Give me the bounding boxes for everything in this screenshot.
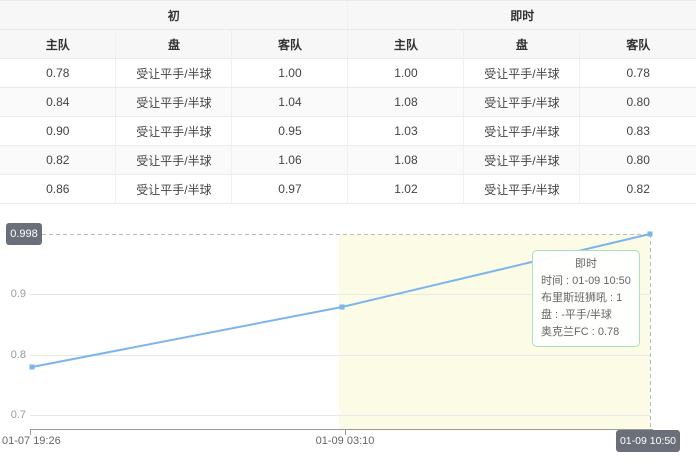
cell: 0.78 <box>580 59 696 88</box>
group-header-row: 初 即时 <box>0 1 696 30</box>
table-row: 0.78 受让平手/半球 1.00 1.00 受让平手/半球 0.78 <box>0 59 696 88</box>
tooltip-away-line: 奥克兰FC : 0.78 <box>541 324 631 341</box>
cell: 1.04 <box>232 88 348 117</box>
cell: 0.80 <box>580 88 696 117</box>
cell: 0.95 <box>232 117 348 146</box>
cell: 0.82 <box>0 146 116 175</box>
col-header-handicap-initial: 盘 <box>116 30 232 59</box>
cell: 受让平手/半球 <box>464 59 580 88</box>
tooltip-title: 即时 <box>541 256 631 273</box>
cell: 1.08 <box>348 88 464 117</box>
col-header-home-initial: 主队 <box>0 30 116 59</box>
x-tick-label-mid: 01-09 03:10 <box>303 434 387 448</box>
cell: 0.83 <box>580 117 696 146</box>
data-point-marker <box>30 365 35 370</box>
cell: 1.00 <box>348 59 464 88</box>
cell: 受让平手/半球 <box>116 175 232 204</box>
data-point-marker <box>648 232 653 237</box>
group-header-initial: 初 <box>0 1 348 30</box>
cell: 1.06 <box>232 146 348 175</box>
table-row: 0.82 受让平手/半球 1.06 1.08 受让平手/半球 0.80 <box>0 146 696 175</box>
cell: 受让平手/半球 <box>116 88 232 117</box>
cell: 受让平手/半球 <box>464 146 580 175</box>
table-row: 0.86 受让平手/半球 0.97 1.02 受让平手/半球 0.82 <box>0 175 696 204</box>
cell: 0.82 <box>580 175 696 204</box>
cell: 0.86 <box>0 175 116 204</box>
odds-table: 初 即时 主队 盘 客队 主队 盘 客队 0.78 受让平手/半球 1.00 1… <box>0 0 696 204</box>
y-tick-label: 0.9 <box>0 287 26 301</box>
col-header-home-live: 主队 <box>348 30 464 59</box>
max-value-badge: 0.998 <box>6 223 42 245</box>
cell: 1.02 <box>348 175 464 204</box>
cell: 0.97 <box>232 175 348 204</box>
tooltip-time-line: 时间 : 01-09 10:50 <box>541 273 631 290</box>
y-tick-label: 0.7 <box>0 408 26 422</box>
table-row: 0.84 受让平手/半球 1.04 1.08 受让平手/半球 0.80 <box>0 88 696 117</box>
col-header-away-initial: 客队 <box>232 30 348 59</box>
current-time-badge: 01-09 10:50 <box>616 430 680 452</box>
data-point-marker <box>340 305 345 310</box>
tooltip-home-line: 布里斯班狮吼 : 1 <box>541 290 631 307</box>
group-header-live: 即时 <box>348 1 696 30</box>
table-row: 0.90 受让平手/半球 0.95 1.03 受让平手/半球 0.83 <box>0 117 696 146</box>
odds-line-chart: 0.9 0.8 0.7 01-07 19:26 01-09 03:10 0.99… <box>0 211 696 470</box>
cell: 0.78 <box>0 59 116 88</box>
cell: 1.03 <box>348 117 464 146</box>
column-header-row: 主队 盘 客队 主队 盘 客队 <box>0 30 696 59</box>
x-tick-label-start: 01-07 19:26 <box>2 434 61 448</box>
cell: 0.80 <box>580 146 696 175</box>
cell: 受让平手/半球 <box>116 117 232 146</box>
cell: 受让平手/半球 <box>116 146 232 175</box>
col-header-handicap-live: 盘 <box>464 30 580 59</box>
chart-tooltip: 即时 时间 : 01-09 10:50 布里斯班狮吼 : 1 盘 : -平手/半… <box>532 250 640 347</box>
cell: 受让平手/半球 <box>116 59 232 88</box>
cell: 1.08 <box>348 146 464 175</box>
cell: 受让平手/半球 <box>464 88 580 117</box>
col-header-away-live: 客队 <box>580 30 696 59</box>
cell: 1.00 <box>232 59 348 88</box>
cell: 0.84 <box>0 88 116 117</box>
cell: 0.90 <box>0 117 116 146</box>
y-tick-label: 0.8 <box>0 348 26 362</box>
cell: 受让平手/半球 <box>464 117 580 146</box>
tooltip-handicap-line: 盘 : -平手/半球 <box>541 307 631 324</box>
cell: 受让平手/半球 <box>464 175 580 204</box>
